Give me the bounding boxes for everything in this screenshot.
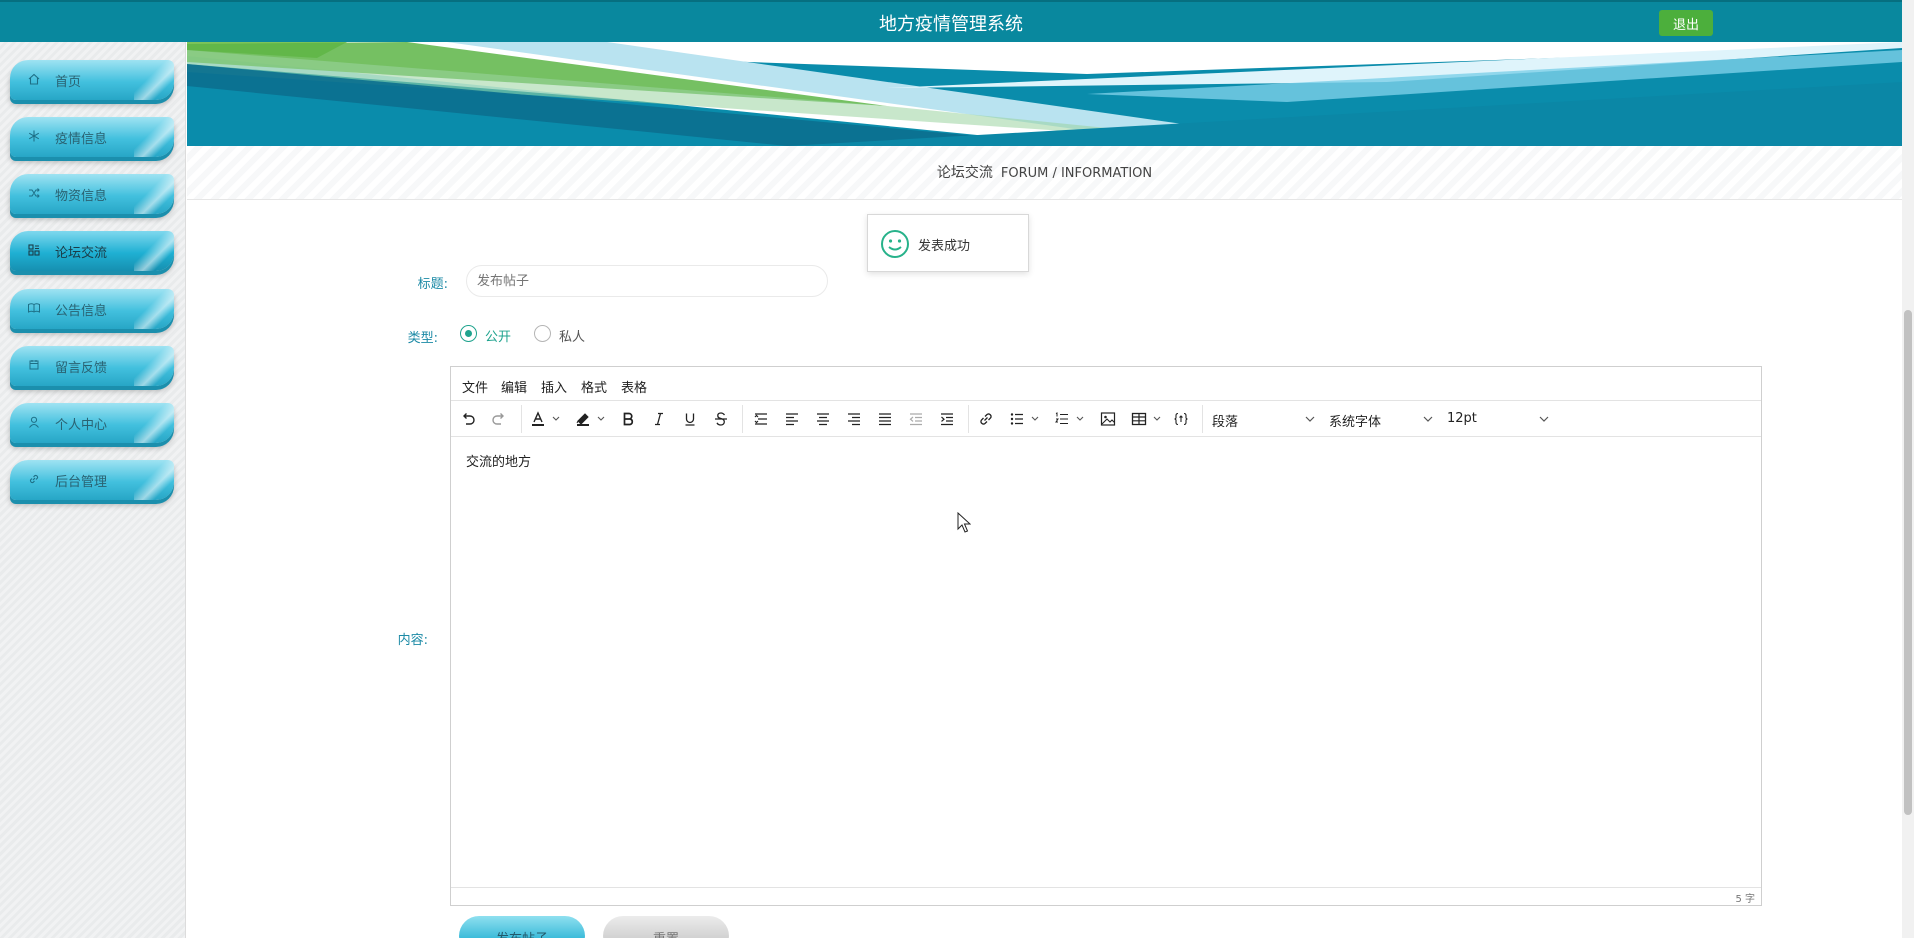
menu-insert[interactable]: 插入 xyxy=(541,377,567,396)
sidebar: 首页 疫情信息 物资信息 论坛交流 公告信息 留言反馈 个人中心 后台管理 xyxy=(0,42,186,938)
block-format-select[interactable]: 段落 xyxy=(1212,410,1317,430)
editor-statusbar: 5 字 xyxy=(451,887,1761,905)
radio-label: 私人 xyxy=(559,330,586,345)
font-family-select[interactable]: 系统字体 xyxy=(1329,410,1435,430)
line-height-icon[interactable] xyxy=(752,410,770,428)
image-icon[interactable] xyxy=(1099,410,1117,428)
toolbar-separator xyxy=(968,405,969,433)
reset-button[interactable]: 重置 xyxy=(603,916,729,938)
undo-icon[interactable] xyxy=(459,410,477,428)
chevron-down-icon[interactable] xyxy=(1075,412,1085,426)
indent-icon[interactable] xyxy=(938,410,956,428)
book-icon xyxy=(27,301,41,315)
table-icon[interactable] xyxy=(1130,410,1148,428)
sidebar-item-home[interactable]: 首页 xyxy=(10,60,174,100)
bold-icon[interactable] xyxy=(619,410,637,428)
scrollbar-thumb[interactable] xyxy=(1904,310,1912,815)
menu-edit[interactable]: 编辑 xyxy=(501,377,527,396)
toolbar-separator xyxy=(1202,405,1203,433)
sidebar-item-forum[interactable]: 论坛交流 xyxy=(10,231,174,271)
home-icon xyxy=(27,72,41,86)
editor-menubar: 文件 编辑 插入 格式 表格 xyxy=(451,367,1761,401)
editor-toolbar: 段落 系统字体 12pt xyxy=(451,401,1761,437)
toolbar-separator xyxy=(521,405,522,433)
section-title-cn: 论坛交流 xyxy=(936,165,993,181)
type-label: 类型: xyxy=(407,331,438,346)
menu-format[interactable]: 格式 xyxy=(581,377,607,396)
success-toast: 发表成功 xyxy=(867,214,1029,272)
app-title: 地方疫情管理系统 xyxy=(879,14,1023,35)
bullet-list-icon[interactable] xyxy=(1008,410,1026,428)
sidebar-item-label: 公告信息 xyxy=(55,304,108,319)
content-label: 内容: xyxy=(397,633,428,648)
submit-post-button[interactable]: 发布帖子 xyxy=(459,916,585,938)
banner-image xyxy=(187,42,1902,146)
align-right-icon[interactable] xyxy=(845,410,863,428)
menu-file[interactable]: 文件 xyxy=(462,377,488,396)
user-icon xyxy=(27,415,41,429)
sidebar-item-feedback[interactable]: 留言反馈 xyxy=(10,346,174,386)
strikethrough-icon[interactable] xyxy=(712,410,730,428)
sidebar-item-label: 物资信息 xyxy=(55,189,108,204)
toolbar-separator xyxy=(742,405,743,433)
top-bar: 地方疫情管理系统 退出 xyxy=(0,0,1902,42)
menu-table[interactable]: 表格 xyxy=(621,377,647,396)
mouse-cursor-icon xyxy=(957,511,972,534)
numbered-list-icon[interactable] xyxy=(1053,410,1071,428)
section-title-en: FORUM / INFORMATION xyxy=(1000,166,1153,181)
smile-icon xyxy=(880,229,910,259)
underline-icon[interactable] xyxy=(681,410,699,428)
link-icon[interactable] xyxy=(977,410,995,428)
rich-text-editor: 文件 编辑 插入 格式 表格 段落 系统字体 12pt 交流的地方 5 字 xyxy=(450,366,1762,906)
radio-circle[interactable] xyxy=(534,325,551,342)
text-color-icon[interactable] xyxy=(529,410,547,428)
shuffle-icon xyxy=(27,186,41,200)
sidebar-item-label: 疫情信息 xyxy=(55,132,108,147)
block-format-value: 段落 xyxy=(1212,415,1239,430)
editor-paragraph: 交流的地方 xyxy=(466,455,532,470)
font-family-value: 系统字体 xyxy=(1329,415,1382,430)
link-icon xyxy=(27,472,41,486)
chevron-down-icon xyxy=(1303,412,1317,426)
align-justify-icon[interactable] xyxy=(876,410,894,428)
sidebar-item-label: 论坛交流 xyxy=(55,246,108,261)
chevron-down-icon[interactable] xyxy=(1030,412,1040,426)
title-input[interactable] xyxy=(466,265,828,297)
sidebar-item-epidemic-info[interactable]: 疫情信息 xyxy=(10,117,174,157)
sidebar-item-supplies-info[interactable]: 物资信息 xyxy=(10,174,174,214)
chevron-down-icon[interactable] xyxy=(551,412,561,426)
sidebar-item-personal-center[interactable]: 个人中心 xyxy=(10,403,174,443)
sidebar-item-label: 首页 xyxy=(55,75,82,90)
chevron-down-icon[interactable] xyxy=(1152,412,1162,426)
align-left-icon[interactable] xyxy=(783,410,801,428)
sidebar-item-label: 留言反馈 xyxy=(55,361,108,376)
sidebar-item-label: 个人中心 xyxy=(55,418,108,433)
page-scrollbar[interactable] xyxy=(1902,0,1914,938)
sidebar-item-announcements[interactable]: 公告信息 xyxy=(10,289,174,329)
redo-icon[interactable] xyxy=(490,410,508,428)
radio-label: 公开 xyxy=(485,330,512,345)
sidebar-item-admin[interactable]: 后台管理 xyxy=(10,460,174,500)
section-header: 论坛交流 FORUM / INFORMATION xyxy=(187,146,1902,200)
code-sample-icon[interactable] xyxy=(1172,410,1190,428)
calendar-icon xyxy=(27,358,41,372)
logout-button[interactable]: 退出 xyxy=(1659,10,1713,36)
toast-message: 发表成功 xyxy=(918,239,971,254)
highlight-icon[interactable] xyxy=(574,410,592,428)
sidebar-item-label: 后台管理 xyxy=(55,475,108,490)
snowflake-icon xyxy=(27,129,41,143)
italic-icon[interactable] xyxy=(650,410,668,428)
outdent-icon[interactable] xyxy=(907,410,925,428)
chevron-down-icon xyxy=(1537,412,1551,426)
radio-circle[interactable] xyxy=(460,325,477,342)
font-size-select[interactable]: 12pt xyxy=(1447,410,1551,430)
word-count: 5 字 xyxy=(1735,894,1755,905)
chevron-down-icon xyxy=(1421,412,1435,426)
align-center-icon[interactable] xyxy=(814,410,832,428)
forum-icon xyxy=(27,243,41,257)
font-size-value: 12pt xyxy=(1447,411,1477,426)
chevron-down-icon[interactable] xyxy=(596,412,606,426)
title-label: 标题: xyxy=(417,277,448,292)
editor-content-area[interactable]: 交流的地方 xyxy=(451,437,1761,887)
